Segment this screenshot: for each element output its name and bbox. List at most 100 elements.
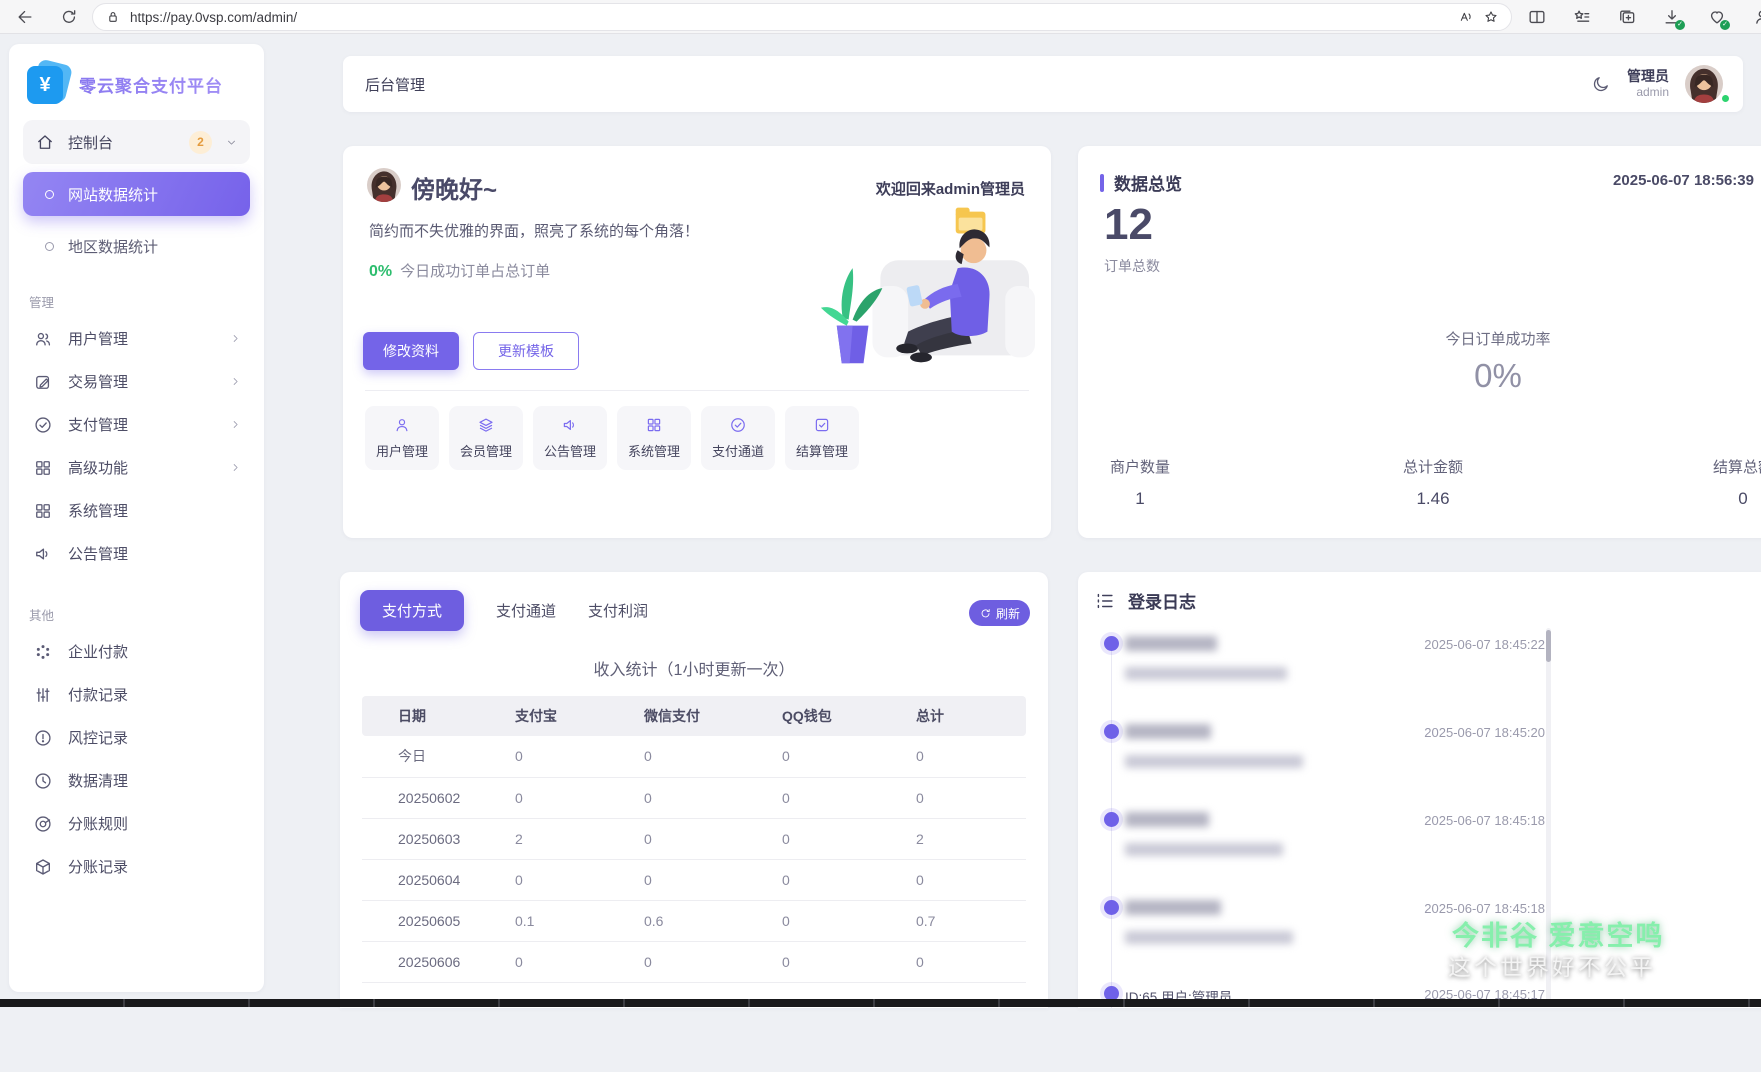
quick-action-system-management[interactable]: 系统管理 [617, 406, 691, 470]
sidebar-item-advanced-features[interactable]: 高级功能 [23, 446, 250, 489]
tab-payment-channel[interactable]: 支付通道 [496, 590, 556, 631]
sidebar-item-region-stats[interactable]: 地区数据统计 [23, 224, 250, 268]
sidebar: ¥ 零云聚合支付平台 控制台 2 网站数据统计 地区数据统计 管理 用户管理 交… [9, 44, 264, 992]
sidebar-item-announcement-management[interactable]: 公告管理 [23, 532, 250, 575]
user-info[interactable]: 管理员 admin [1627, 68, 1669, 101]
sidebar-item-risk-records[interactable]: 风控记录 [23, 716, 250, 759]
quick-action-announcement-management[interactable]: 公告管理 [533, 406, 607, 470]
browser-profile-icon[interactable] [1751, 6, 1761, 28]
logo-icon: ¥ [27, 58, 74, 104]
quick-actions: 用户管理 会员管理 公告管理 系统管理 支付通道 结算管理 [365, 406, 859, 470]
favorites-icon[interactable] [1571, 6, 1593, 28]
welcome-back-text: 欢迎回来admin管理员 [875, 181, 1025, 198]
order-success-rate: 今日订单成功率 0% [1445, 331, 1551, 394]
timeline-dot [1104, 724, 1119, 739]
scrollbar-thumb[interactable] [1546, 630, 1551, 662]
sliders-icon [33, 685, 53, 705]
chevron-right-icon [229, 418, 242, 431]
quick-action-payment-channel[interactable]: 支付通道 [701, 406, 775, 470]
col-wechat: 微信支付 [644, 696, 782, 736]
address-bar[interactable]: https://pay.0vsp.com/admin/ [92, 3, 1512, 31]
log-entry: 2025-06-07 18:45:20 [1078, 722, 1554, 810]
sidebar-item-enterprise-payment[interactable]: 企业付款 [23, 630, 250, 673]
overview-datetime: 2025-06-07 18:56:39 [1613, 172, 1754, 189]
alert-circle-icon [33, 728, 53, 748]
quick-action-settlement-management[interactable]: 结算管理 [785, 406, 859, 470]
sidebar-item-system-management[interactable]: 系统管理 [23, 489, 250, 532]
cube-icon [33, 857, 53, 877]
sidebar-section-other: 其他 [29, 609, 55, 623]
watermark-text-white: 这个世界好不公平 [1448, 954, 1656, 980]
sidebar-item-site-stats[interactable]: 网站数据统计 [23, 172, 250, 216]
list-icon [1094, 590, 1116, 612]
sidebar-item-split-records[interactable]: 分账记录 [23, 845, 250, 888]
users-icon [33, 329, 53, 349]
log-entry: 2025-06-07 18:45:18 [1078, 810, 1554, 898]
timeline-dot [1104, 636, 1119, 651]
url-text: https://pay.0vsp.com/admin/ [130, 9, 298, 25]
read-aloud-icon[interactable] [1458, 9, 1474, 25]
col-total: 总计 [916, 696, 1026, 736]
person-icon [393, 416, 411, 434]
tab-payment-method[interactable]: 支付方式 [360, 590, 465, 631]
favorite-star-icon[interactable] [1483, 9, 1499, 25]
collections-icon[interactable] [1616, 6, 1638, 28]
online-status-dot [1720, 93, 1731, 104]
table-row: 今日 0 0 0 0 [362, 736, 1026, 778]
table-header-row: 日期 支付宝 微信支付 QQ钱包 总计 [362, 696, 1026, 736]
sidebar-item-transaction-management[interactable]: 交易管理 [23, 360, 250, 403]
timeline-dot [1104, 900, 1119, 915]
today-success-rate: 0% 今日成功订单占总订单 [369, 263, 551, 280]
browser-reload-button[interactable] [54, 3, 84, 31]
avatar [367, 168, 401, 202]
blurred-log-text [1125, 843, 1283, 856]
blurred-log-text [1125, 812, 1209, 827]
timeline-dot [1104, 812, 1119, 827]
sidebar-item-payment-records[interactable]: 付款记录 [23, 673, 250, 716]
refresh-button[interactable]: 刷新 [968, 600, 1030, 626]
blurred-log-text [1125, 900, 1221, 915]
downloads-icon[interactable]: ✓ [1661, 6, 1685, 30]
browser-back-button[interactable] [10, 3, 40, 31]
income-table: 日期 支付宝 微信支付 QQ钱包 总计 今日 0 0 0 0 20250602 0 0 0 0 … [362, 696, 1026, 983]
grid-icon [645, 416, 663, 434]
blurred-log-text [1125, 667, 1287, 680]
title-accent-bar [1100, 173, 1104, 192]
blurred-log-text [1125, 724, 1211, 739]
log-entry-last: ID:65 用户:管理员 2025-06-07 18:45:17 [1078, 984, 1554, 1072]
taskbar-strip [0, 999, 1761, 1007]
sidebar-section-management: 管理 [29, 296, 55, 310]
table-row: 20250606 0 0 0 0 [362, 941, 1026, 983]
payments-tabs: 支付方式 支付通道 支付利润 [360, 590, 648, 631]
quick-action-member-management[interactable]: 会员管理 [449, 406, 523, 470]
col-alipay: 支付宝 [515, 696, 644, 736]
dark-mode-icon[interactable] [1591, 74, 1611, 94]
sidebar-item-data-cleanup[interactable]: 数据清理 [23, 759, 250, 802]
login-log-title: 登录日志 [1094, 588, 1196, 613]
table-row: 20250604 0 0 0 0 [362, 859, 1026, 901]
check-circle-icon [729, 416, 747, 434]
browser-chrome: https://pay.0vsp.com/admin/ ✓ ✓ [0, 0, 1761, 34]
speaker-icon [561, 416, 579, 434]
check-square-icon [813, 416, 831, 434]
sidebar-item-console[interactable]: 控制台 2 [23, 120, 250, 164]
bullet-icon [45, 241, 54, 251]
stat-merchant-count: 商户数量 1 [1109, 459, 1170, 508]
tab-payment-profit[interactable]: 支付利润 [588, 590, 648, 631]
sidebar-item-user-management[interactable]: 用户管理 [23, 317, 250, 360]
payments-card: 支付方式 支付通道 支付利润 刷新 收入统计（1小时更新一次） 日期 支付宝 微… [340, 572, 1048, 1008]
sidebar-item-payment-management[interactable]: 支付管理 [23, 403, 250, 446]
quick-action-user-management[interactable]: 用户管理 [365, 406, 439, 470]
overview-title: 数据总览 [1100, 170, 1182, 195]
avatar[interactable] [1685, 65, 1723, 103]
sidebar-item-split-rules[interactable]: 分账规则 [23, 802, 250, 845]
blurred-log-text [1125, 755, 1303, 768]
console-badge: 2 [189, 130, 212, 154]
update-template-button[interactable]: 更新模板 [473, 332, 579, 370]
edit-profile-button[interactable]: 修改资料 [363, 332, 459, 370]
browser-essentials-icon[interactable]: ✓ [1706, 6, 1730, 30]
app-title: 零云聚合支付平台 [79, 72, 223, 97]
split-screen-icon[interactable] [1526, 6, 1548, 28]
table-row: 20250602 0 0 0 0 [362, 777, 1026, 819]
chevron-right-icon [229, 461, 242, 474]
